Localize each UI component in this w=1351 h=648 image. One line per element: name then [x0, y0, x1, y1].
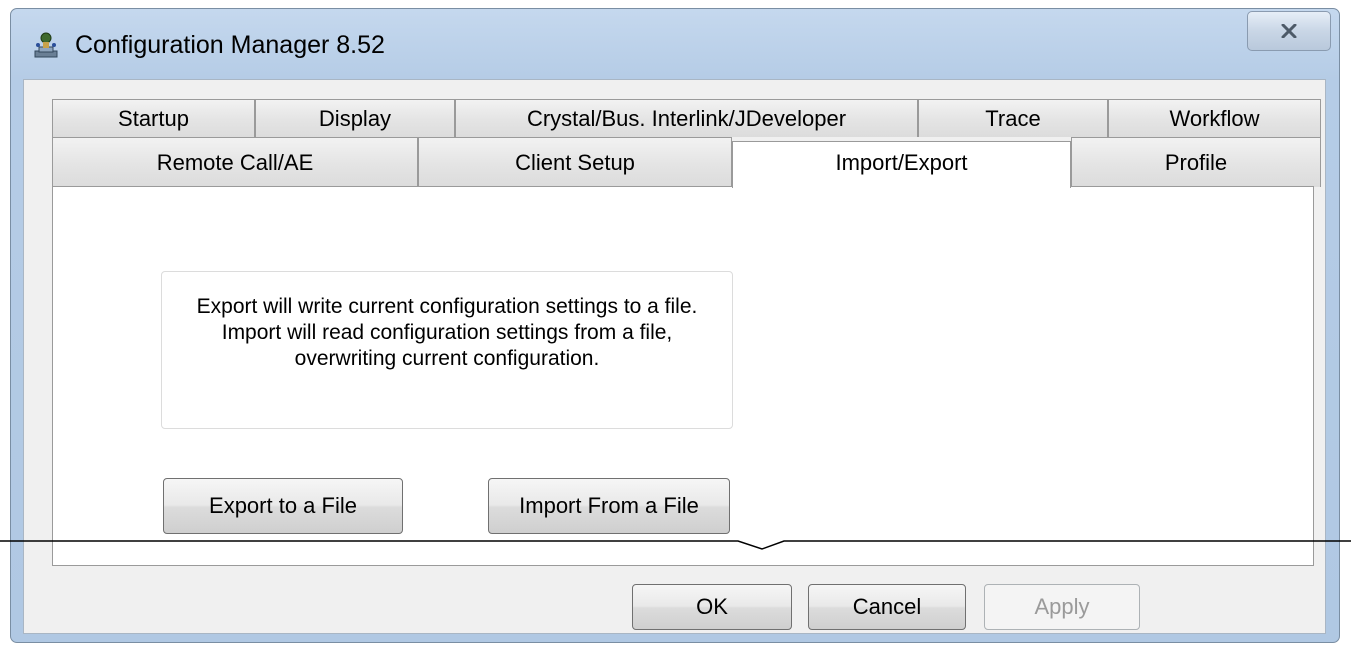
export-to-file-button[interactable]: Export to a File	[163, 478, 403, 534]
title-bar[interactable]: Configuration Manager 8.52	[11, 9, 1339, 79]
import-export-panel: Export will write current configuration …	[52, 186, 1314, 566]
config-manager-window: Configuration Manager 8.52 Startup Displ…	[10, 8, 1340, 643]
tab-display[interactable]: Display	[255, 99, 455, 137]
tab-remote-call-ae[interactable]: Remote Call/AE	[52, 137, 418, 187]
apply-button[interactable]: Apply	[984, 584, 1140, 630]
tab-profile[interactable]: Profile	[1071, 137, 1321, 187]
close-icon	[1248, 12, 1330, 50]
tab-import-export[interactable]: Import/Export	[732, 141, 1071, 188]
ok-button[interactable]: OK	[632, 584, 792, 630]
tab-crystal-interlink-jdeveloper[interactable]: Crystal/Bus. Interlink/JDeveloper	[455, 99, 918, 137]
window-title: Configuration Manager 8.52	[75, 31, 385, 59]
import-from-file-button[interactable]: Import From a File	[488, 478, 730, 534]
close-button[interactable]	[1247, 11, 1331, 51]
tab-workflow[interactable]: Workflow	[1108, 99, 1321, 137]
dialog-client-area: Startup Display Crystal/Bus. Interlink/J…	[23, 79, 1326, 634]
tab-client-setup[interactable]: Client Setup	[418, 137, 732, 187]
config-manager-icon	[33, 31, 59, 59]
info-box: Export will write current configuration …	[161, 271, 733, 429]
tab-trace[interactable]: Trace	[918, 99, 1108, 137]
cancel-button[interactable]: Cancel	[808, 584, 966, 630]
info-text: Export will write current configuration …	[196, 295, 698, 370]
tab-startup[interactable]: Startup	[52, 99, 255, 137]
